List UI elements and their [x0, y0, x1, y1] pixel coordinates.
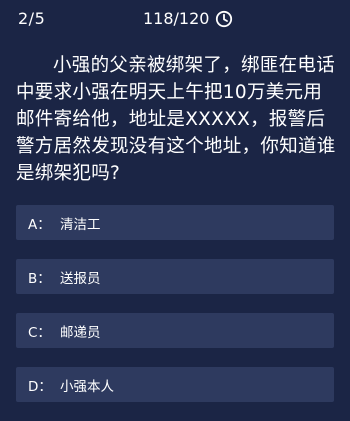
top-bar: 2/5 118/120: [0, 0, 350, 36]
option-letter: B：: [28, 270, 51, 287]
clock-icon: [215, 10, 233, 28]
answer-options: A： 清洁工 B： 送报员 C： 邮递员 D： 小强本人: [16, 205, 334, 421]
option-label: 清洁工: [60, 216, 101, 233]
option-label: 送报员: [60, 270, 101, 287]
option-label: 邮递员: [60, 324, 101, 341]
option-d[interactable]: D： 小强本人: [16, 367, 334, 402]
option-b[interactable]: B： 送报员: [16, 259, 334, 294]
timer-value: 118/120: [143, 9, 210, 28]
question-progress: 2/5: [18, 9, 46, 28]
option-label: 小强本人: [60, 378, 114, 395]
option-a[interactable]: A： 清洁工: [16, 205, 334, 240]
question-text: 小强的父亲被绑架了，绑匪在电话中要求小强在明天上午把10万美元用邮件寄给他，地址…: [16, 55, 336, 184]
option-letter: C：: [28, 324, 51, 341]
option-letter: D：: [28, 378, 52, 395]
countdown-timer: 118/120: [143, 9, 233, 28]
option-c[interactable]: C： 邮递员: [16, 313, 334, 348]
option-letter: A：: [28, 216, 51, 233]
